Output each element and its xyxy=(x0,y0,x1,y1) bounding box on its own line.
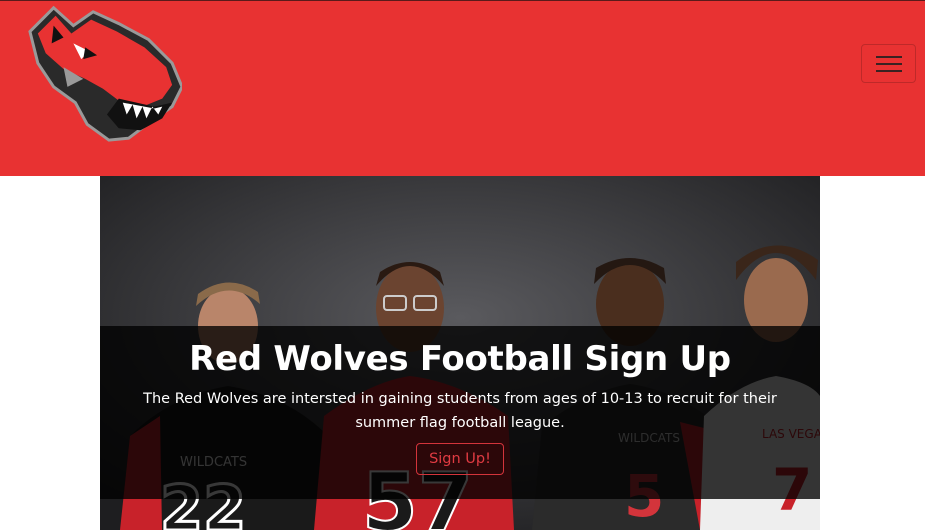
hero-title: Red Wolves Football Sign Up xyxy=(189,339,731,379)
red-wolf-logo-icon[interactable] xyxy=(24,3,182,143)
hamburger-bar xyxy=(876,70,902,72)
hamburger-menu-icon xyxy=(876,56,902,58)
sign-up-button[interactable]: Sign Up! xyxy=(416,443,504,475)
hero-carousel: WILDCATS 22 57 WILDCATS 5 LAS VEGAS 7 Re… xyxy=(100,176,820,530)
carousel-caption: Red Wolves Football Sign Up The Red Wolv… xyxy=(100,326,820,499)
navbar-toggler-button[interactable] xyxy=(861,44,916,83)
navbar xyxy=(0,0,925,176)
hero-description: The Red Wolves are intersted in gaining … xyxy=(143,391,777,431)
hamburger-bar xyxy=(876,63,902,65)
